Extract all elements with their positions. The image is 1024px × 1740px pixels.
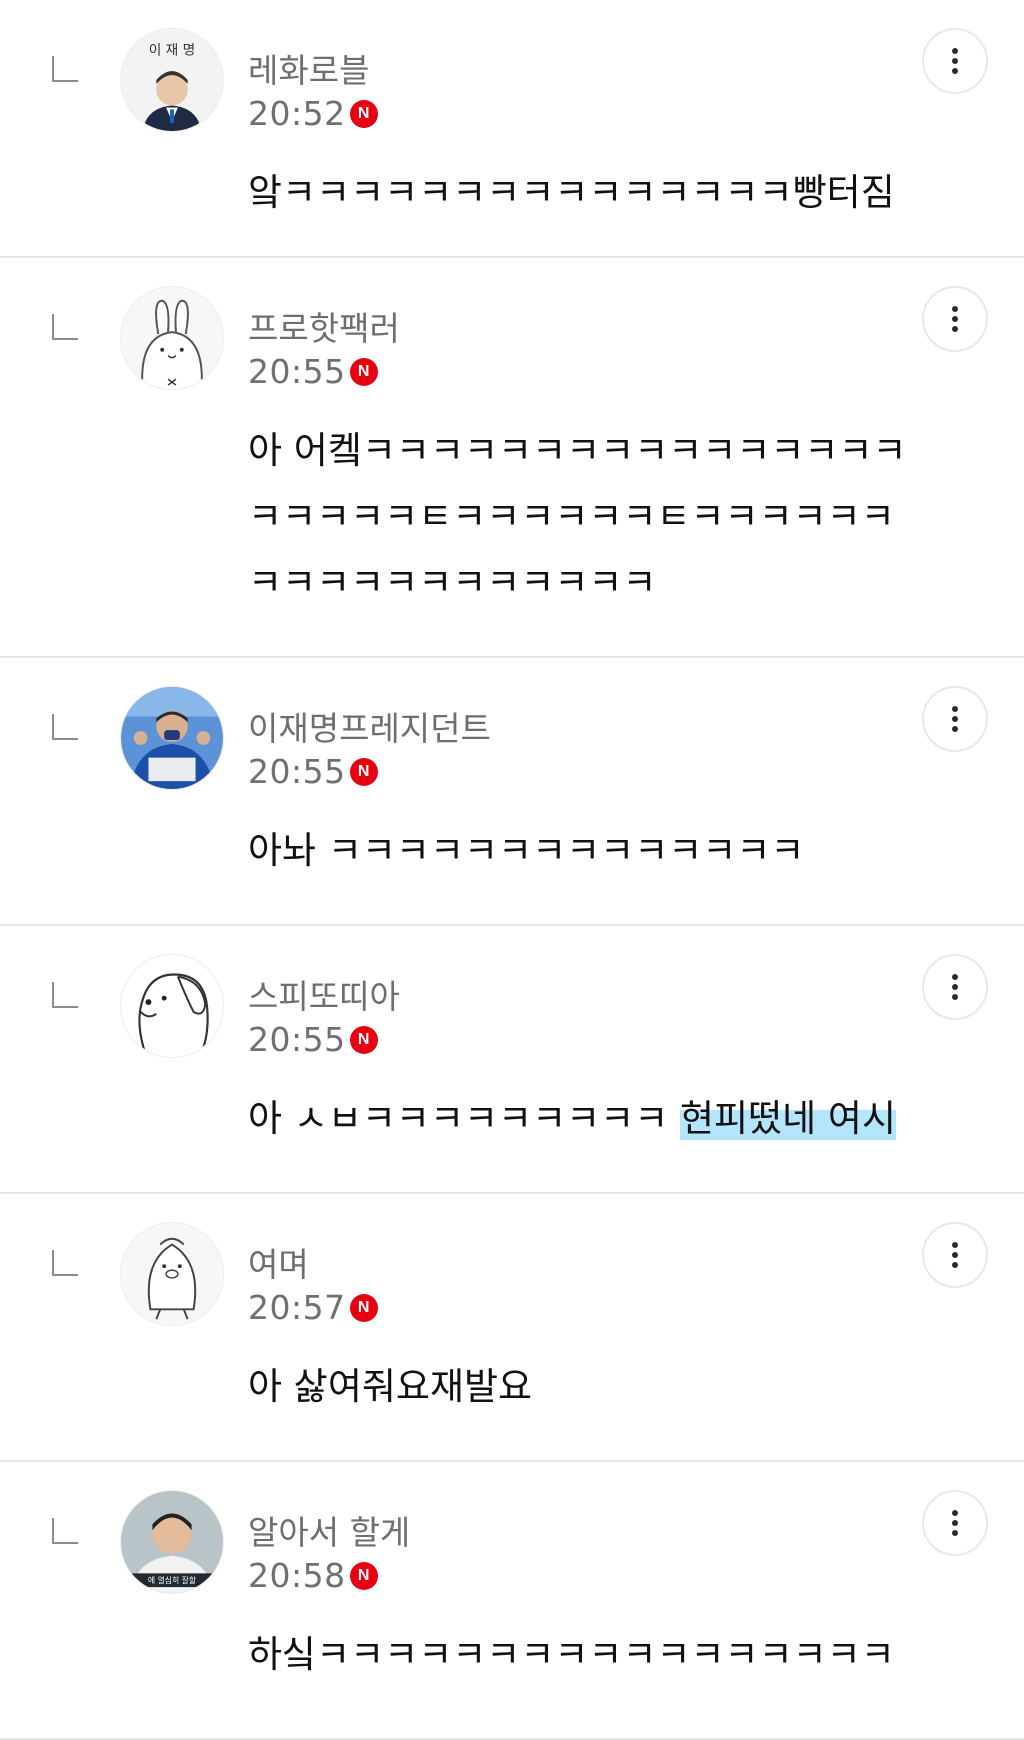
nickname[interactable]: 레화로블 <box>248 44 369 92</box>
timestamp-row: 20:58 N <box>248 1556 378 1595</box>
nickname[interactable]: 프로핫팩러 <box>248 302 400 350</box>
more-options-button[interactable] <box>922 286 988 352</box>
timestamp-row: 20:57 N <box>248 1288 378 1327</box>
nickname[interactable]: 여며 <box>248 1238 309 1286</box>
man-photo-avatar-icon: 에 열심히 잘할 <box>121 1491 223 1593</box>
more-options-button[interactable] <box>922 28 988 94</box>
timestamp: 20:57 <box>248 1288 346 1327</box>
timestamp-row: 20:55 N <box>248 752 378 791</box>
reply-indent-icon <box>52 714 78 740</box>
nickname[interactable]: 스피또띠아 <box>248 970 400 1018</box>
more-options-button[interactable] <box>922 1490 988 1556</box>
more-options-button[interactable] <box>922 686 988 752</box>
reply-indent-icon <box>52 1250 78 1276</box>
new-badge-icon: N <box>349 1293 378 1322</box>
dog-doodle-avatar-icon <box>121 955 223 1057</box>
reply-item: 스피또띠아 20:55 N 아 ㅅㅂㅋㅋㅋㅋㅋㅋㅋㅋㅋ 현피떴네 여시 <box>0 926 1024 1194</box>
comment-text: 하싴ㅋㅋㅋㅋㅋㅋㅋㅋㅋㅋㅋㅋㅋㅋㅋㅋㅋ <box>248 1633 895 1676</box>
comment-text-plain: 아 ㅅㅂㅋㅋㅋㅋㅋㅋㅋㅋㅋ <box>248 1097 681 1140</box>
avatar[interactable]: 에 열심히 잘할 <box>120 1490 224 1594</box>
timestamp-row: 20:55 N <box>248 352 378 391</box>
reply-item: 에 열심히 잘할 알아서 할게 20:58 N 하싴ㅋㅋㅋㅋㅋㅋㅋㅋㅋㅋㅋㅋㅋㅋ… <box>0 1462 1024 1740</box>
speaker-photo-avatar-icon <box>121 687 223 789</box>
timestamp-row: 20:55 N <box>248 1020 378 1059</box>
reply-indent-icon <box>52 314 78 340</box>
comment-text: 아놔 ㅋㅋㅋㅋㅋㅋㅋㅋㅋㅋㅋㅋㅋㅋ <box>248 829 805 872</box>
timestamp: 20:55 <box>248 752 346 791</box>
nickname[interactable]: 알아서 할게 <box>248 1506 410 1554</box>
penguin-doodle-avatar-icon <box>121 1223 223 1325</box>
svg-text:이 재 명: 이 재 명 <box>149 43 196 59</box>
more-vertical-icon <box>952 1242 958 1268</box>
timestamp: 20:52 <box>248 94 346 133</box>
reply-item: 여며 20:57 N 아 삻여줘요재발요 <box>0 1194 1024 1462</box>
more-options-button[interactable] <box>922 1222 988 1288</box>
timestamp: 20:55 <box>248 1020 346 1059</box>
more-vertical-icon <box>952 706 958 732</box>
more-options-button[interactable] <box>922 954 988 1020</box>
new-badge-icon: N <box>349 357 378 386</box>
reply-item: 이재명프레지던트 20:55 N 아놔 ㅋㅋㅋㅋㅋㅋㅋㅋㅋㅋㅋㅋㅋㅋ <box>0 658 1024 926</box>
reply-indent-icon <box>52 56 78 82</box>
reply-indent-icon <box>52 982 78 1008</box>
more-vertical-icon <box>952 1510 958 1536</box>
svg-text:에 열심히 잘할: 에 열심히 잘할 <box>148 1575 196 1585</box>
avatar[interactable]: 이 재 명 <box>120 28 224 132</box>
new-badge-icon: N <box>349 757 378 786</box>
timestamp: 20:58 <box>248 1556 346 1595</box>
new-badge-icon: N <box>349 99 378 128</box>
more-vertical-icon <box>952 974 958 1000</box>
reply-indent-icon <box>52 1518 78 1544</box>
comment-text-highlighted: 현피떴네 여시 <box>680 1097 897 1140</box>
rabbit-doodle-avatar-icon <box>121 287 223 389</box>
timestamp: 20:55 <box>248 352 346 391</box>
new-badge-icon: N <box>349 1025 378 1054</box>
avatar[interactable] <box>120 286 224 390</box>
more-vertical-icon <box>952 306 958 332</box>
reply-list: 이 재 명 레화로블 20:52 N 앜ㅋㅋㅋㅋㅋㅋㅋㅋㅋㅋㅋㅋㅋㅋㅋ빵터짐 프… <box>0 0 1024 1740</box>
politician-badge-avatar-icon: 이 재 명 <box>121 29 223 131</box>
new-badge-icon: N <box>349 1561 378 1590</box>
comment-text: 아 ㅅㅂㅋㅋㅋㅋㅋㅋㅋㅋㅋ 현피떴네 여시 <box>248 1086 938 1152</box>
more-vertical-icon <box>952 48 958 74</box>
avatar[interactable] <box>120 1222 224 1326</box>
avatar[interactable] <box>120 686 224 790</box>
avatar[interactable] <box>120 954 224 1058</box>
reply-item: 프로핫팩러 20:55 N 아 어켘ㅋㅋㅋㅋㅋㅋㅋㅋㅋㅋㅋㅋㅋㅋㅋㅋㅋㅋㅋㅋㅋㅌ… <box>0 258 1024 658</box>
nickname[interactable]: 이재명프레지던트 <box>248 702 491 750</box>
reply-item: 이 재 명 레화로블 20:52 N 앜ㅋㅋㅋㅋㅋㅋㅋㅋㅋㅋㅋㅋㅋㅋㅋ빵터짐 <box>0 0 1024 258</box>
comment-text: 아 삻여줘요재발요 <box>248 1365 533 1408</box>
comment-text: 앜ㅋㅋㅋㅋㅋㅋㅋㅋㅋㅋㅋㅋㅋㅋㅋ빵터짐 <box>248 171 895 214</box>
timestamp-row: 20:52 N <box>248 94 378 133</box>
comment-text: 아 어켘ㅋㅋㅋㅋㅋㅋㅋㅋㅋㅋㅋㅋㅋㅋㅋㅋㅋㅋㅋㅋㅋㅌㅋㅋㅋㅋㅋㅋㅌㅋㅋㅋㅋㅋㅋㅋ… <box>248 429 907 604</box>
